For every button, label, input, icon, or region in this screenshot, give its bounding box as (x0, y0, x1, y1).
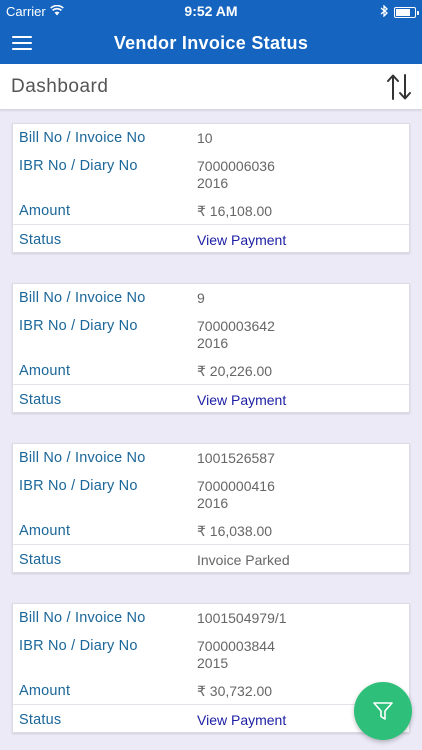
amount-value: ₹ 30,732.00 (197, 683, 273, 699)
app-bar: Carrier 9:52 AM Vendor Invoice Status (0, 0, 422, 64)
ibr-no-value: 7000003642 (197, 318, 275, 334)
invoice-card[interactable]: Bill No / Invoice No 1001526587 IBR No /… (12, 443, 410, 573)
status-label: Status (19, 552, 62, 568)
amount-value: ₹ 16,108.00 (197, 203, 273, 219)
amount-label: Amount (19, 683, 71, 699)
diary-no-value: 2015 (197, 655, 229, 671)
ibr-no-label: IBR No / Diary No (19, 158, 138, 174)
sort-up-down-icon[interactable] (386, 72, 412, 102)
invoice-card[interactable]: Bill No / Invoice No 10 IBR No / Diary N… (12, 123, 410, 253)
dashboard-label: Dashboard (11, 76, 109, 97)
status-label: Status (19, 392, 62, 408)
ibr-no-value: 7000003844 (197, 638, 275, 654)
invoice-card[interactable]: Bill No / Invoice No 9 IBR No / Diary No… (12, 283, 410, 413)
battery-icon (394, 7, 419, 18)
bill-no-label: Bill No / Invoice No (19, 130, 146, 146)
bill-no-value: 1001526587 (197, 450, 275, 466)
view-payment-link[interactable]: View Payment (197, 392, 286, 409)
amount-label: Amount (19, 523, 71, 539)
status-bar: Carrier 9:52 AM (0, 0, 422, 22)
battery-level (396, 9, 411, 16)
ibr-no-value: 7000000416 (197, 478, 275, 494)
filter-button[interactable] (354, 682, 412, 740)
status-label: Status (19, 232, 62, 248)
page-title: Vendor Invoice Status (113, 33, 309, 53)
view-payment-link[interactable]: View Payment (197, 712, 286, 729)
bluetooth-icon (380, 4, 388, 20)
ibr-no-value: 7000006036 (197, 158, 275, 174)
amount-value: ₹ 20,226.00 (197, 363, 273, 379)
amount-label: Amount (19, 363, 71, 379)
status-row: Status View Payment (13, 704, 409, 734)
ibr-no-label: IBR No / Diary No (19, 318, 138, 334)
bill-no-value: 10 (197, 130, 213, 146)
clock: 9:52 AM (184, 3, 238, 19)
dashboard-bar: Dashboard (0, 64, 422, 110)
view-payment-link[interactable]: View Payment (197, 232, 286, 249)
bill-no-value: 1001504979/1 (197, 610, 287, 626)
status-label: Status (19, 712, 62, 728)
diary-no-value: 2016 (197, 335, 229, 351)
status-value: Invoice Parked (197, 552, 290, 568)
ibr-no-label: IBR No / Diary No (19, 638, 138, 654)
amount-value: ₹ 16,038.00 (197, 523, 273, 539)
bill-no-label: Bill No / Invoice No (19, 610, 146, 626)
filter-icon (373, 702, 393, 720)
amount-label: Amount (19, 203, 71, 219)
invoice-card[interactable]: Bill No / Invoice No 1001504979/1 IBR No… (12, 603, 410, 733)
diary-no-value: 2016 (197, 175, 229, 191)
status-row: Status View Payment (13, 384, 409, 414)
bill-no-label: Bill No / Invoice No (19, 290, 146, 306)
status-row: Status View Payment (13, 224, 409, 254)
bill-no-label: Bill No / Invoice No (19, 450, 146, 466)
status-row: Status Invoice Parked (13, 544, 409, 574)
bill-no-value: 9 (197, 290, 205, 306)
ibr-no-label: IBR No / Diary No (19, 478, 138, 494)
diary-no-value: 2016 (197, 495, 229, 511)
